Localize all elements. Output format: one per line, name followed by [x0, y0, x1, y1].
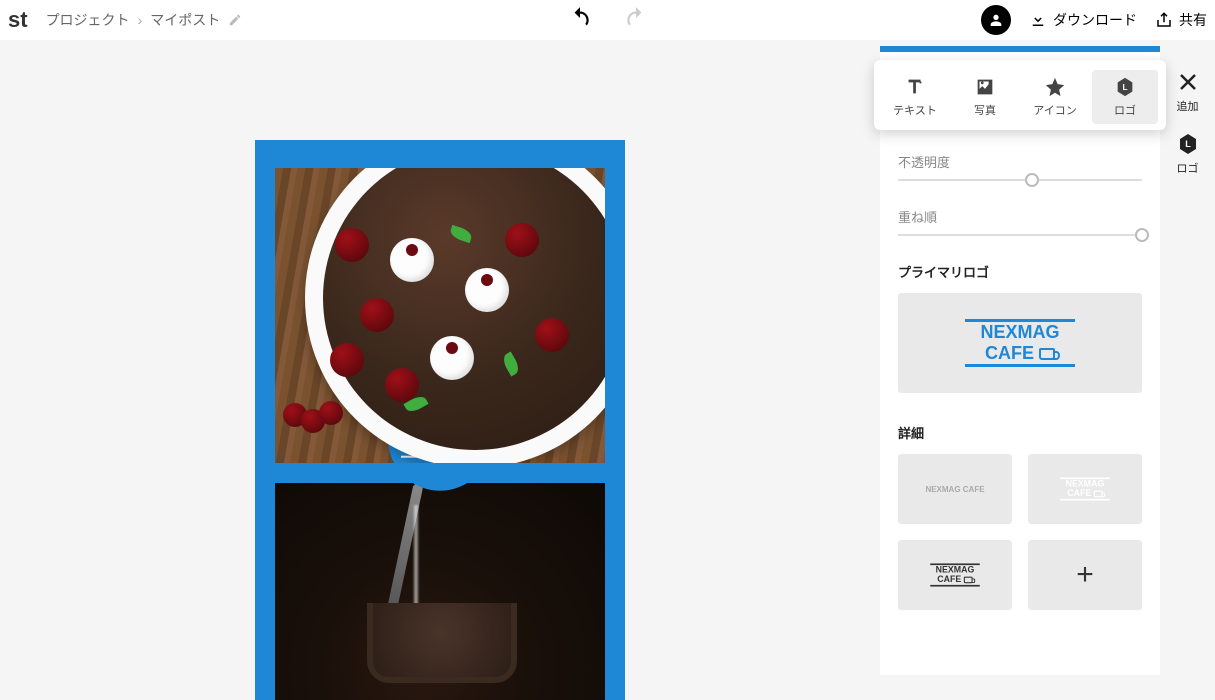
add-logo-variant[interactable]: + [1028, 540, 1142, 610]
poster-artboard[interactable]: NEXMAG CAFE [255, 140, 625, 700]
app-logo-fragment: st [8, 7, 28, 33]
undo-button[interactable] [567, 5, 593, 36]
pencil-icon[interactable] [228, 13, 242, 27]
detail-logos-title: 詳細 [898, 423, 1142, 442]
share-label: 共有 [1179, 10, 1207, 30]
redo-button [623, 5, 649, 36]
order-label: 重ね順 [898, 207, 1142, 226]
breadcrumb-separator: › [138, 12, 143, 28]
add-logo-label: ロゴ [1114, 102, 1136, 118]
opacity-label: 不透明度 [898, 152, 1142, 171]
primary-logo-text2: CAFE [985, 343, 1034, 364]
poster-photo-bottom[interactable] [275, 483, 605, 700]
add-logo-button[interactable]: L ロゴ [1092, 70, 1158, 124]
order-control: 重ね順 [898, 207, 1142, 236]
logo-hex-icon: L [1176, 132, 1200, 156]
image-icon [973, 76, 997, 98]
primary-logo-card[interactable]: NEXMAG CAFE [898, 293, 1142, 393]
add-element-popup: テキスト 写真 アイコン L ロゴ [874, 60, 1166, 130]
star-icon [1043, 76, 1067, 98]
plus-icon: + [1076, 558, 1094, 592]
close-icon [1176, 70, 1200, 94]
mug-icon [1094, 491, 1103, 498]
primary-logo-title: プライマリロゴ [898, 262, 1142, 281]
svg-text:L: L [1122, 83, 1127, 92]
close-add-label: 追加 [1177, 98, 1199, 114]
download-label: ダウンロード [1053, 10, 1137, 30]
dock-logo-button[interactable]: L ロゴ [1176, 132, 1200, 176]
mug-icon [964, 577, 973, 584]
poster-photo-top[interactable] [275, 168, 605, 463]
logo-variant-1-text: NEXMAG CAFE [925, 485, 984, 494]
add-text-button[interactable]: テキスト [882, 70, 948, 124]
right-dock: 追加 L ロゴ [1160, 70, 1215, 176]
header-actions: ダウンロード 共有 [981, 5, 1207, 35]
svg-text:L: L [1185, 139, 1191, 149]
add-text-label: テキスト [893, 102, 937, 118]
logo-variant-1[interactable]: NEXMAG CAFE [898, 454, 1012, 524]
add-icon-label: アイコン [1033, 102, 1076, 118]
close-add-panel[interactable]: 追加 [1176, 70, 1200, 114]
logo-variant-3[interactable]: NEXMAG CAFE [898, 540, 1012, 610]
order-thumb[interactable] [1135, 228, 1149, 242]
share-icon [1155, 11, 1173, 29]
opacity-thumb[interactable] [1025, 173, 1039, 187]
add-photo-button[interactable]: 写真 [952, 70, 1018, 124]
breadcrumb-current[interactable]: マイポスト [150, 10, 220, 30]
breadcrumb: プロジェクト › マイポスト [46, 10, 243, 30]
canvas-area[interactable]: NEXMAG CAFE [0, 40, 880, 675]
logo-hex-icon: L [1113, 76, 1137, 98]
dock-logo-label: ロゴ [1177, 160, 1199, 176]
opacity-control: 不透明度 [898, 152, 1142, 181]
logo-variant-2[interactable]: NEXMAG CAFE [1028, 454, 1142, 524]
download-button[interactable]: ダウンロード [1029, 10, 1137, 30]
mug-icon [1039, 348, 1055, 360]
share-button[interactable]: 共有 [1155, 10, 1207, 30]
user-avatar[interactable] [981, 5, 1011, 35]
opacity-slider[interactable] [898, 179, 1142, 181]
person-icon [988, 12, 1004, 28]
order-slider[interactable] [898, 234, 1142, 236]
primary-logo-text1: NEXMAG [980, 322, 1059, 343]
history-controls [567, 5, 649, 36]
download-icon [1029, 11, 1047, 29]
add-photo-label: 写真 [974, 102, 996, 118]
app-header: st プロジェクト › マイポスト ダウンロード 共有 [0, 0, 1215, 40]
text-icon [903, 76, 927, 98]
breadcrumb-root[interactable]: プロジェクト [46, 10, 130, 30]
add-icon-button[interactable]: アイコン [1022, 70, 1088, 124]
properties-panel: テキスト 写真 アイコン L ロゴ 不透明度 重ね順 プライマリロゴ [880, 46, 1160, 675]
